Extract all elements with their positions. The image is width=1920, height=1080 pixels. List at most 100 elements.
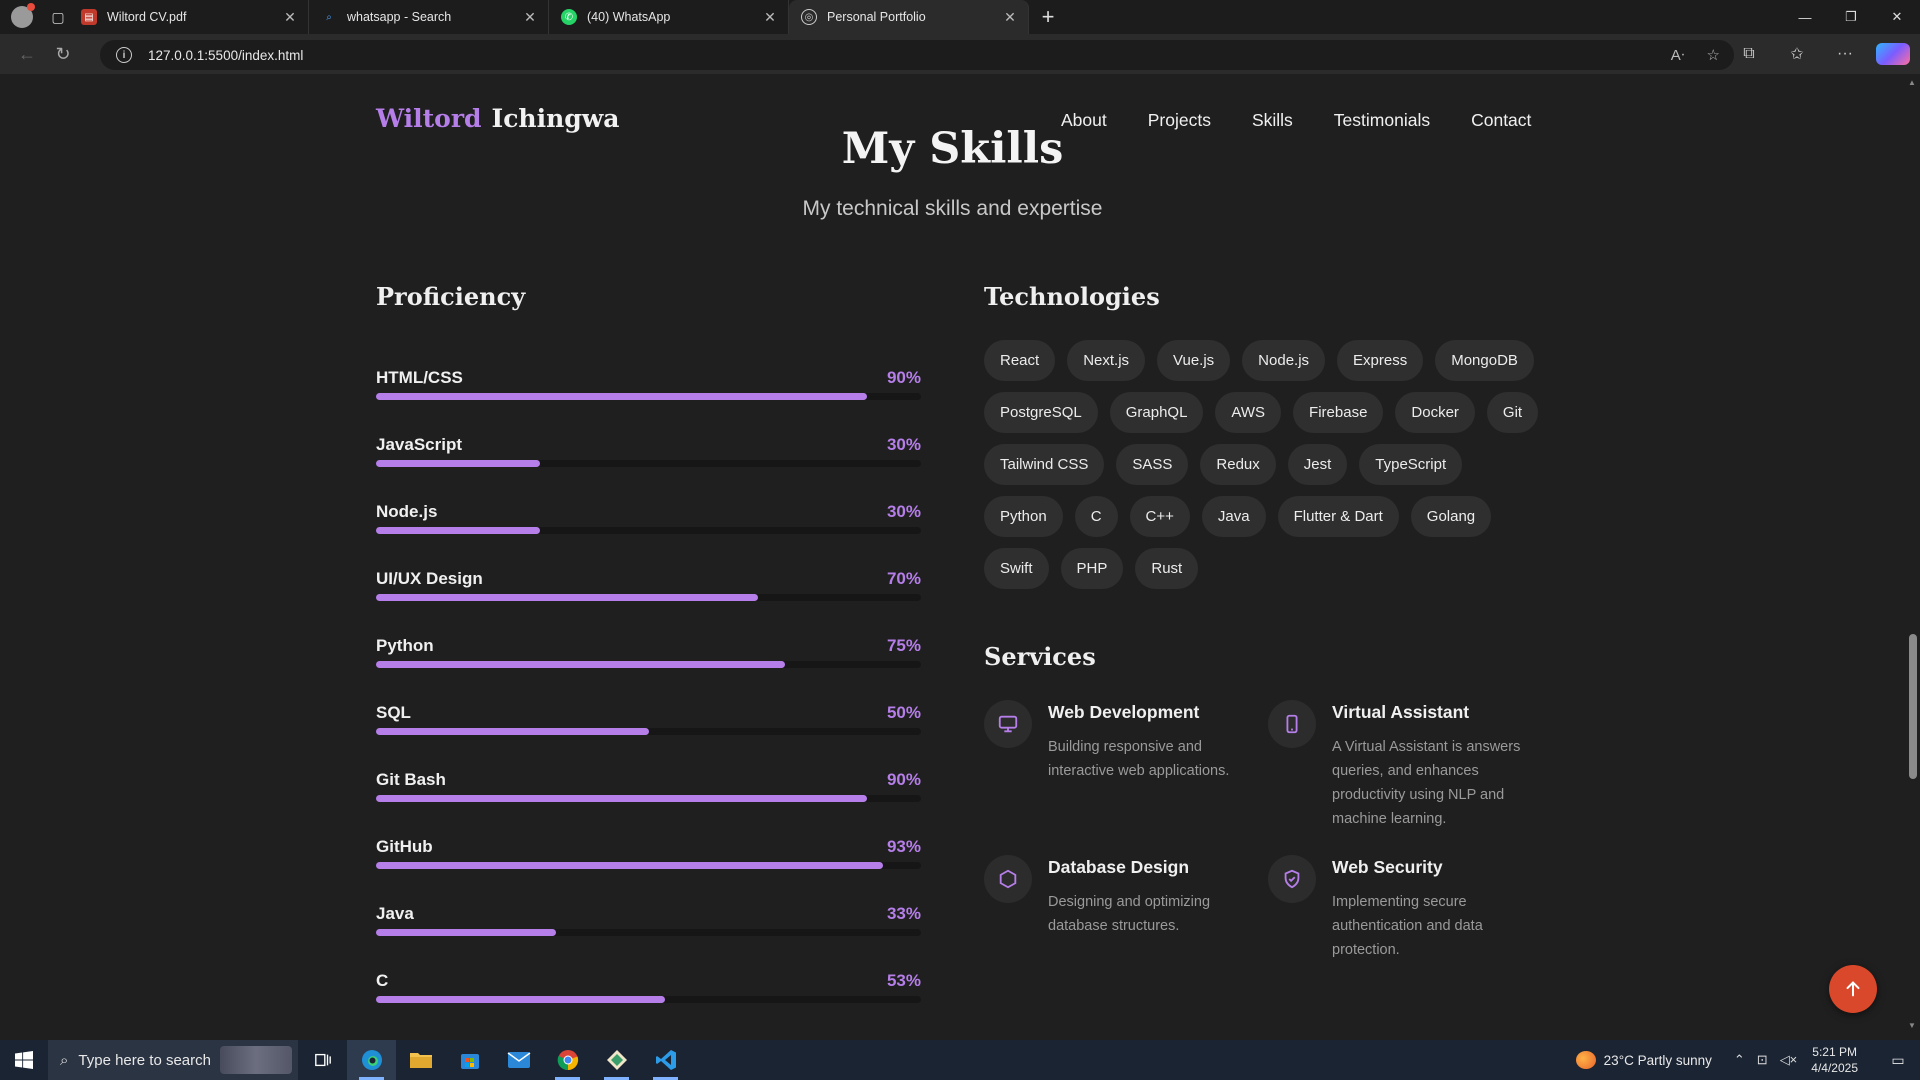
chrome-icon[interactable]	[543, 1040, 592, 1080]
task-view-icon[interactable]	[298, 1040, 347, 1080]
search-icon: ⌕	[326, 11, 332, 23]
skill-percent: 30%	[886, 435, 921, 454]
volume-muted-icon[interactable]: ◁×	[1780, 1052, 1798, 1068]
tab-title: whatsapp - Search	[347, 10, 452, 24]
browser-tab[interactable]: ⌕ whatsapp - Search ✕	[309, 0, 549, 34]
browser-tab-active[interactable]: ◎ Personal Portfolio ✕	[789, 0, 1029, 34]
edge-taskbar-icon[interactable]	[347, 1040, 396, 1080]
close-tab-icon[interactable]: ✕	[762, 9, 778, 26]
skill-bar-track	[376, 594, 921, 601]
network-icon[interactable]: ⊡	[1757, 1052, 1768, 1068]
browser-tab[interactable]: ▤ Wiltord CV.pdf ✕	[69, 0, 309, 34]
tech-chip: Swift	[984, 548, 1049, 589]
windows-start-icon[interactable]	[0, 1040, 48, 1080]
favorites-icon[interactable]: ✩	[1780, 44, 1814, 64]
skill-percent: 75%	[886, 636, 921, 655]
microsoft-store-icon[interactable]	[445, 1040, 494, 1080]
arrow-up-icon	[1846, 981, 1860, 997]
browser-tab[interactable]: ✆ (40) WhatsApp ✕	[549, 0, 789, 34]
address-bar-row: ← ↻ i 127.0.0.1:5500/index.html Aᐧ ☆ ⧉ ✩…	[0, 34, 1920, 74]
service-title: Web Development	[1048, 702, 1200, 722]
tech-chip: Flutter & Dart	[1277, 496, 1399, 537]
smartphone-icon	[1268, 700, 1316, 748]
read-aloud-icon[interactable]: Aᐧ	[1671, 46, 1685, 64]
tech-chip: TypeScript	[1359, 444, 1463, 485]
close-tab-icon[interactable]: ✕	[1002, 9, 1018, 26]
mail-icon[interactable]	[494, 1040, 543, 1080]
git-kraken-icon[interactable]	[592, 1040, 641, 1080]
tab-title: Wiltord CV.pdf	[107, 10, 187, 24]
skill-bar-fill	[376, 728, 649, 735]
url-text: 127.0.0.1:5500/index.html	[148, 47, 304, 63]
extensions-icon[interactable]: ⧉	[1732, 45, 1766, 63]
proficiency-title: Proficiency	[376, 282, 526, 311]
restore-icon[interactable]: ❐	[1828, 0, 1874, 34]
tech-chip: Firebase	[1293, 392, 1384, 433]
skill-bar-track	[376, 862, 921, 869]
clock-date: 4/4/2025	[1811, 1061, 1858, 1075]
notification-icon[interactable]: ▭	[1876, 1052, 1920, 1069]
skill-row: HTML/CSS 90%	[376, 368, 921, 420]
new-tab-button[interactable]: +	[1031, 0, 1065, 34]
tray-icons: ⌃ ⊡ ◁×	[1734, 1052, 1797, 1068]
skill-bar-track	[376, 795, 921, 802]
skill-name: JavaScript	[376, 435, 462, 454]
weather-widget[interactable]: 23°C Partly sunny	[1575, 1051, 1712, 1069]
close-window-icon[interactable]: ✕	[1874, 0, 1920, 34]
close-tab-icon[interactable]: ✕	[282, 9, 298, 26]
site-info-icon[interactable]: i	[116, 47, 132, 63]
taskbar-search[interactable]: ⌕ Type here to search	[48, 1040, 298, 1080]
tech-chip: Golang	[1410, 496, 1492, 537]
file-explorer-icon[interactable]	[396, 1040, 445, 1080]
skill-bar-fill	[376, 460, 540, 467]
service-title: Virtual Assistant	[1332, 702, 1470, 722]
skill-name: Node.js	[376, 502, 438, 521]
skill-row: Java 33%	[376, 904, 921, 956]
skill-name: Python	[376, 636, 434, 655]
skill-name: GitHub	[376, 837, 433, 856]
vscode-icon[interactable]	[641, 1040, 690, 1080]
profile-avatar[interactable]	[11, 3, 35, 28]
whatsapp-icon: ✆	[561, 9, 577, 25]
tab-actions-icon[interactable]: ▢	[47, 7, 69, 27]
skill-name: HTML/CSS	[376, 368, 463, 387]
close-tab-icon[interactable]: ✕	[522, 9, 538, 26]
clock-time: 5:21 PM	[1812, 1045, 1857, 1059]
refresh-icon[interactable]: ↻	[45, 36, 81, 72]
scrollbar-thumb[interactable]	[1909, 634, 1917, 779]
clock[interactable]: 5:21 PM 4/4/2025	[1811, 1044, 1858, 1076]
skill-name: Git Bash	[376, 770, 446, 789]
skill-row: SQL 50%	[376, 703, 921, 755]
skill-name: C	[376, 971, 389, 990]
tech-chip: PostgreSQL	[984, 392, 1098, 433]
tech-chip: Next.js	[1067, 340, 1146, 381]
tech-chip: Vue.js	[1157, 340, 1231, 381]
chevron-up-icon[interactable]: ⌃	[1734, 1052, 1745, 1068]
scroll-up-icon[interactable]: ▲	[1908, 78, 1916, 87]
minimize-icon[interactable]: —	[1782, 0, 1828, 34]
skill-percent: 33%	[886, 904, 921, 923]
skill-bar-track	[376, 393, 921, 400]
scroll-down-icon[interactable]: ▼	[1908, 1021, 1916, 1030]
page-scrollbar[interactable]: ▲ ▼	[1906, 74, 1920, 1034]
tech-chip: Node.js	[1242, 340, 1326, 381]
page-viewport: Wiltord Ichingwa About Projects Skills Te…	[0, 74, 1920, 1034]
more-menu-icon[interactable]: ···	[1828, 45, 1862, 63]
back-icon[interactable]: ←	[9, 36, 45, 72]
copilot-icon[interactable]	[1876, 43, 1910, 65]
back-to-top-button[interactable]	[1829, 965, 1877, 1013]
tech-chip: Java	[1201, 496, 1266, 537]
system-tray: 23°C Partly sunny ⌃ ⊡ ◁× 5:21 PM 4/4/202…	[1575, 1040, 1920, 1080]
skill-row: C 53%	[376, 971, 921, 1023]
tech-chip: Rust	[1135, 548, 1199, 589]
browser-tab-bar: ▢ ▤ Wiltord CV.pdf ✕ ⌕ whatsapp - Search…	[0, 0, 1920, 34]
pdf-icon: ▤	[81, 9, 97, 25]
favorite-star-icon[interactable]: ☆	[1707, 46, 1720, 64]
tech-chip: Tailwind CSS	[984, 444, 1105, 485]
search-icon: ⌕	[60, 1051, 69, 1069]
skill-row: UI/UX Design 70%	[376, 569, 921, 621]
skill-bar-fill	[376, 929, 556, 936]
url-field[interactable]: i 127.0.0.1:5500/index.html Aᐧ ☆	[100, 40, 1734, 70]
skill-bar-track	[376, 728, 921, 735]
section-title: My Skills	[841, 124, 1064, 174]
